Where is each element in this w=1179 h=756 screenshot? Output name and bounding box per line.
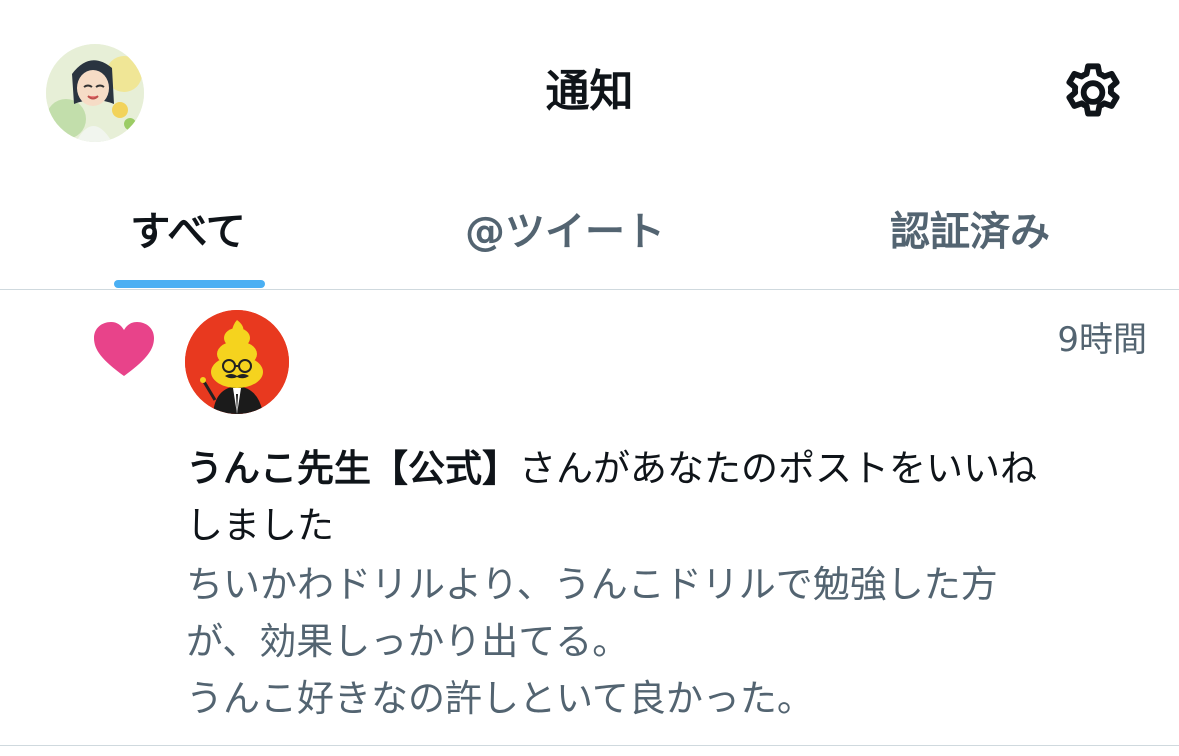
divider bbox=[0, 745, 1179, 746]
top-bar: 通知 bbox=[0, 0, 1179, 185]
gear-icon[interactable] bbox=[1058, 59, 1128, 129]
tab-bar: すべて @ツイート 認証済み bbox=[0, 180, 1179, 290]
post-preview[interactable]: ちいかわドリルより、うんこドリルで勉強した方 が、効果しっかり出てる。 うんこ好… bbox=[186, 556, 1146, 727]
heart-icon-glyph bbox=[94, 322, 154, 376]
active-tab-indicator bbox=[114, 280, 265, 288]
page-title: 通知 bbox=[545, 66, 634, 117]
action-text: さんがあなたのポストをいいね bbox=[519, 447, 1037, 490]
poop-character-icon bbox=[185, 310, 289, 414]
tab-all[interactable]: すべて bbox=[88, 190, 288, 274]
post-line: が、効果しっかり出てる。 bbox=[186, 620, 630, 663]
post-line: ちいかわドリルより、うんこドリルで勉強した方 bbox=[186, 563, 998, 606]
heart-icon bbox=[92, 320, 156, 380]
tab-verified[interactable]: 認証済み bbox=[860, 190, 1080, 274]
actor-name[interactable]: うんこ先生【公式】 bbox=[186, 447, 519, 490]
action-text-cont: しました bbox=[186, 504, 334, 547]
notification-time: 9時間 bbox=[1057, 320, 1147, 360]
post-line: うんこ好きなの許しといて良かった。 bbox=[186, 677, 814, 720]
notification-text: うんこ先生【公式】さんがあなたのポストをいいね しました bbox=[186, 440, 1146, 554]
tab-mentions[interactable]: @ツイート bbox=[440, 190, 690, 274]
gear-icon-glyph bbox=[1066, 63, 1120, 117]
divider bbox=[0, 289, 1179, 290]
user-avatar[interactable] bbox=[185, 310, 289, 414]
